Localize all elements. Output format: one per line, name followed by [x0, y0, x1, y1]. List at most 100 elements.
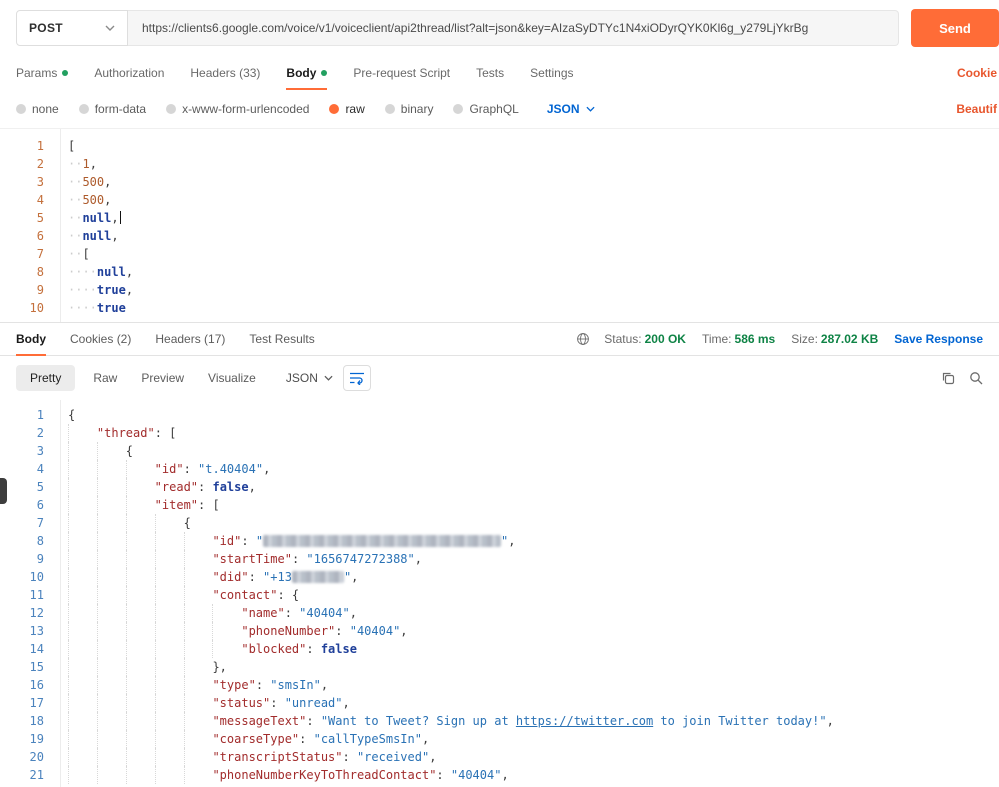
- indent-guide: [183, 586, 213, 604]
- view-tab-pretty[interactable]: Pretty: [16, 365, 76, 391]
- code-line: 4 ··500,: [0, 191, 999, 209]
- indent-guide: [154, 640, 184, 658]
- indent-guide: [96, 730, 126, 748]
- code-line: 2 ··1,: [0, 155, 999, 173]
- indent-guide: [68, 496, 97, 514]
- mode-raw[interactable]: raw: [329, 102, 365, 116]
- response-format-select[interactable]: JSON: [286, 371, 333, 385]
- indent-guide: [125, 622, 155, 640]
- code-token: true: [96, 301, 126, 315]
- indent-guide: [154, 622, 184, 640]
- code-token: "40404": [450, 768, 502, 782]
- indent-guide: [68, 532, 97, 550]
- url-input[interactable]: [128, 10, 899, 46]
- code-token: "id": [154, 462, 184, 476]
- indent-guide: [96, 640, 126, 658]
- cookies-link[interactable]: Cookie: [957, 66, 997, 80]
- response-tab-body[interactable]: Body: [16, 323, 46, 356]
- code-text: ··null,: [60, 209, 121, 227]
- code-line: 16 "type": "smsIn",: [0, 676, 999, 694]
- time-label: Time:: [701, 332, 732, 346]
- indent-guide: [68, 748, 97, 766]
- code-text: "thread": [: [60, 424, 176, 442]
- indent-guide: [125, 532, 155, 550]
- code-line: 7{: [0, 514, 999, 532]
- indent-guide: [125, 676, 155, 694]
- view-tab-visualize[interactable]: Visualize: [206, 365, 258, 391]
- line-number: 13: [29, 624, 44, 638]
- indent-guide: [96, 694, 126, 712]
- code-line: 12 "name": "40404",: [0, 604, 999, 622]
- code-text: ····true,: [60, 281, 133, 299]
- gutter-divider: [60, 400, 61, 787]
- language-label: JSON: [546, 102, 580, 116]
- code-token: ····: [68, 283, 97, 297]
- code-line: 9 ····true,: [0, 281, 999, 299]
- mode-form-data[interactable]: form-data: [78, 102, 146, 116]
- code-token: "contact": [212, 588, 278, 602]
- copy-button[interactable]: [941, 365, 955, 391]
- method-label: POST: [29, 21, 63, 35]
- line-number: 11: [29, 588, 44, 602]
- code-token: 500: [82, 175, 105, 189]
- search-button[interactable]: [969, 365, 983, 391]
- method-select[interactable]: POST: [16, 10, 128, 46]
- indent-guide: [125, 640, 155, 658]
- tab-pre-request-script[interactable]: Pre-request Script: [353, 56, 450, 90]
- tab-label: Body: [16, 332, 46, 346]
- code-text: ····null,: [60, 263, 133, 281]
- code-token: [: [82, 247, 90, 261]
- code-token: ,: [414, 552, 422, 566]
- code-token: :: [255, 678, 271, 692]
- indent-guide: [154, 532, 184, 550]
- indent-guide: [154, 730, 184, 748]
- tab-label: Settings: [530, 66, 574, 80]
- code-token: :: [270, 696, 285, 710]
- code-line: 9 "startTime": "1656747272388",: [0, 550, 999, 568]
- request-body-editor[interactable]: 1[2 ··1, 3 ··500, 4 ··500, 5 ··null, 6 ··null, 7 ··…: [0, 128, 999, 322]
- view-tab-raw[interactable]: Raw: [91, 365, 119, 391]
- tab-params[interactable]: Params: [16, 56, 69, 90]
- code-line: 15},: [0, 658, 999, 676]
- line-number: 1: [36, 408, 44, 422]
- link-text[interactable]: https://twitter.com: [516, 714, 653, 728]
- code-line: 13 "phoneNumber": "40404",: [0, 622, 999, 640]
- left-edge-handle[interactable]: [0, 478, 7, 504]
- send-button[interactable]: Send: [911, 9, 999, 47]
- response-body-editor[interactable]: 1{2 "thread": [3{4 "id": "t.40404", 5 "read"…: [0, 400, 999, 787]
- network-globe-icon[interactable]: [576, 332, 590, 346]
- line-number: 5: [36, 480, 44, 494]
- response-tab-cookies[interactable]: Cookies (2): [70, 323, 131, 355]
- body-mode-row: none form-data x-www-form-urlencoded raw…: [0, 90, 999, 128]
- code-token: ··: [68, 211, 83, 225]
- mode-binary[interactable]: binary: [384, 102, 433, 116]
- tab-tests[interactable]: Tests: [476, 56, 504, 90]
- code-text: {: [60, 514, 191, 532]
- tab-label: Body: [286, 66, 317, 80]
- language-select[interactable]: JSON: [547, 102, 595, 116]
- wrap-lines-button[interactable]: [342, 365, 371, 391]
- response-tab-test-results[interactable]: Test Results: [249, 323, 314, 355]
- mode-none[interactable]: none: [16, 102, 59, 116]
- save-response-link[interactable]: Save Response: [894, 332, 983, 346]
- indent-guide: [68, 514, 97, 532]
- code-text: ··1,: [60, 155, 97, 173]
- code-line: 8 "id": " ",: [0, 532, 999, 550]
- tab-settings[interactable]: Settings: [530, 56, 573, 90]
- code-token: "40404": [299, 606, 350, 620]
- code-token: "id": [212, 534, 242, 548]
- view-tab-preview[interactable]: Preview: [139, 365, 186, 391]
- format-label: JSON: [285, 371, 318, 385]
- response-tab-headers[interactable]: Headers (17): [155, 323, 225, 355]
- indent-guide: [125, 586, 155, 604]
- tab-body[interactable]: Body: [286, 56, 328, 90]
- indent-guide: [68, 604, 97, 622]
- mode-graphql[interactable]: GraphQL: [453, 102, 519, 116]
- code-token: :: [291, 552, 307, 566]
- tab-authorization[interactable]: Authorization: [94, 56, 164, 90]
- beautify-link[interactable]: Beautif: [956, 102, 997, 116]
- tab-headers[interactable]: Headers (33): [190, 56, 260, 90]
- radio-icon: [16, 104, 26, 114]
- indent-guide: [183, 694, 213, 712]
- mode-x-www-form-urlencoded[interactable]: x-www-form-urlencoded: [166, 102, 309, 116]
